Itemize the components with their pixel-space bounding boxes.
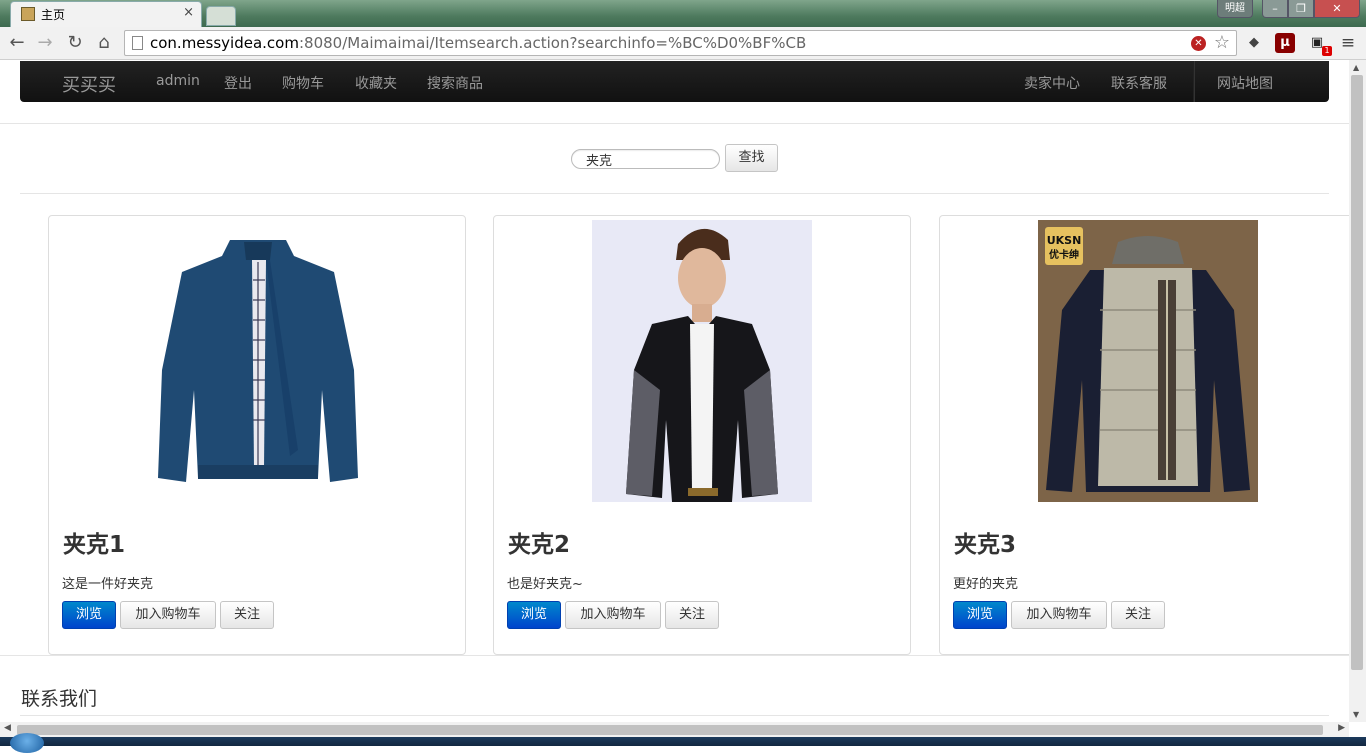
url-text[interactable]: con.messyidea.com:8080/Maimaimai/Itemsea…	[150, 34, 806, 52]
extension-icon[interactable]: ◆	[1244, 33, 1264, 53]
ublock-icon[interactable]: μ	[1275, 33, 1295, 53]
product-image[interactable]	[592, 220, 812, 502]
view-button[interactable]: 浏览	[953, 601, 1007, 629]
product-image[interactable]	[148, 220, 368, 502]
product-description: 也是好夹克~	[507, 577, 583, 592]
browser-toolbar: ← → ↻ ⌂ con.messyidea.com:8080/Maimaimai…	[0, 27, 1366, 60]
add-to-cart-button[interactable]: 加入购物车	[1011, 601, 1107, 629]
os-taskbar	[0, 737, 1366, 746]
nav-item-cart[interactable]: 购物车	[282, 73, 324, 93]
mail-badge: 1	[1322, 46, 1332, 56]
horizontal-scrollbar[interactable]: ◀ ▶	[0, 722, 1349, 737]
scroll-down-arrow-icon[interactable]: ▼	[1353, 710, 1359, 719]
scroll-right-arrow-icon[interactable]: ▶	[1338, 723, 1345, 733]
site-brand[interactable]: 买买买	[62, 71, 116, 97]
nav-item-logout[interactable]: 登出	[224, 73, 252, 93]
contact-us-heading: 联系我们	[21, 688, 98, 710]
view-button[interactable]: 浏览	[62, 601, 116, 629]
favicon-icon	[21, 7, 35, 21]
follow-button[interactable]: 关注	[1111, 601, 1165, 629]
url-host: con.messyidea.com	[150, 34, 299, 52]
url-path: :8080/Maimaimai/Itemsearch.action?search…	[298, 34, 807, 52]
home-icon[interactable]: ⌂	[93, 32, 115, 54]
site-navbar: 买买买 admin 登出 购物车 收藏夹 搜索商品 卖家中心 联系客服 网站地图	[20, 61, 1329, 102]
header-divider	[0, 123, 1349, 124]
view-button[interactable]: 浏览	[507, 601, 561, 629]
browser-menu-icon[interactable]: ≡	[1338, 33, 1358, 53]
nav-item-admin[interactable]: admin	[156, 73, 200, 89]
window-titlebar: 主页 × 明超 – ❐ ✕	[0, 0, 1366, 27]
back-arrow-icon[interactable]: ←	[6, 32, 28, 54]
forward-arrow-icon[interactable]: →	[34, 32, 56, 54]
mail-extension-icon[interactable]: ▣ 1	[1307, 33, 1332, 56]
product-title: 夹克2	[508, 532, 571, 558]
nav-item-favorites[interactable]: 收藏夹	[355, 73, 397, 93]
product-title: 夹克3	[954, 532, 1017, 558]
product-image[interactable]: UKSN 优卡绅	[1038, 220, 1258, 502]
jacket-image-icon	[148, 220, 368, 502]
page-icon	[132, 36, 143, 50]
nav-item-search[interactable]: 搜索商品	[427, 73, 483, 93]
bookmark-star-icon[interactable]: ☆	[1214, 32, 1230, 53]
blocked-icon[interactable]: ✕	[1191, 36, 1206, 51]
product-card: 夹克1 这是一件好夹克 浏览 加入购物车 关注	[48, 215, 466, 655]
reload-icon[interactable]: ↻	[64, 32, 86, 54]
nav-item-sitemap[interactable]: 网站地图	[1217, 73, 1273, 93]
add-to-cart-button[interactable]: 加入购物车	[565, 601, 661, 629]
vertical-scroll-thumb[interactable]	[1351, 75, 1363, 670]
scroll-left-arrow-icon[interactable]: ◀	[4, 723, 11, 733]
svg-text:优卡绅: 优卡绅	[1049, 248, 1079, 261]
new-tab-button[interactable]	[206, 6, 236, 26]
tab-title: 主页	[41, 8, 66, 22]
nav-item-seller-center[interactable]: 卖家中心	[1024, 73, 1080, 93]
padded-jacket-image-icon: UKSN 优卡绅	[1038, 220, 1258, 502]
address-bar[interactable]: con.messyidea.com:8080/Maimaimai/Itemsea…	[124, 30, 1237, 56]
profile-button[interactable]: 明超	[1217, 0, 1253, 18]
nav-divider	[1193, 61, 1195, 102]
search-button[interactable]: 查找	[725, 144, 778, 172]
product-description: 更好的夹克	[953, 577, 1019, 592]
product-card: UKSN 优卡绅 夹克3 更好的夹克 浏览 加入购物车 关注	[939, 215, 1349, 655]
vertical-scrollbar[interactable]: ▲ ▼	[1349, 60, 1366, 722]
start-button-icon[interactable]	[10, 733, 44, 753]
page-viewport: 买买买 admin 登出 购物车 收藏夹 搜索商品 卖家中心 联系客服 网站地图…	[0, 60, 1349, 722]
model-leather-jacket-image-icon	[592, 220, 812, 502]
maximize-button[interactable]: ❐	[1288, 0, 1314, 18]
minimize-button[interactable]: –	[1262, 0, 1288, 18]
horizontal-scroll-thumb[interactable]	[17, 725, 1323, 735]
window-close-button[interactable]: ✕	[1314, 0, 1360, 18]
browser-tab[interactable]: 主页 ×	[10, 1, 202, 27]
search-divider	[20, 193, 1329, 194]
follow-button[interactable]: 关注	[665, 601, 719, 629]
follow-button[interactable]: 关注	[220, 601, 274, 629]
footer-rule	[20, 715, 1329, 716]
product-description: 这是一件好夹克	[62, 577, 154, 592]
svg-text:UKSN: UKSN	[1047, 234, 1082, 247]
nav-item-customer-service[interactable]: 联系客服	[1111, 73, 1167, 93]
product-title: 夹克1	[63, 532, 126, 558]
footer-divider	[0, 655, 1349, 656]
scroll-up-arrow-icon[interactable]: ▲	[1353, 63, 1359, 72]
tab-close-icon[interactable]: ×	[183, 5, 194, 20]
product-card: 夹克2 也是好夹克~ 浏览 加入购物车 关注	[493, 215, 911, 655]
search-input[interactable]	[571, 149, 720, 169]
add-to-cart-button[interactable]: 加入购物车	[120, 601, 216, 629]
